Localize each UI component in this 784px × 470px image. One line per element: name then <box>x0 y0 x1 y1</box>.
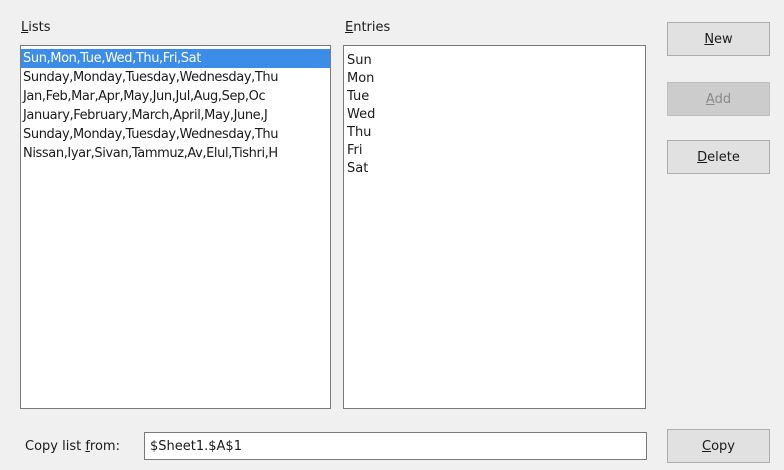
lists-item[interactable]: Nissan,Iyar,Sivan,Tammuz,Av,Elul,Tishri,… <box>21 144 330 163</box>
lists-container: Sun,Mon,Tue,Wed,Thu,Fri,Sat Sunday,Monday… <box>21 49 330 163</box>
copy-button[interactable]: Copy <box>667 429 770 463</box>
new-button[interactable]: New <box>667 22 770 56</box>
lists-item[interactable]: Sunday,Monday,Tuesday,Wednesday,Thu <box>21 68 330 87</box>
entry-line: Fri <box>347 143 363 158</box>
delete-button[interactable]: Delete <box>667 140 770 174</box>
add-button[interactable]: Add <box>667 82 770 116</box>
copy-list-from-input[interactable] <box>144 432 647 460</box>
entries-label: Entries <box>345 20 391 35</box>
copy-list-from-label: Copy list from: <box>25 439 120 454</box>
lists-listbox[interactable]: Sun,Mon,Tue,Wed,Thu,Fri,Sat Sunday,Monday… <box>20 45 331 409</box>
entries-textarea[interactable]: Sun Mon Tue Wed Thu Fri Sat <box>343 45 646 409</box>
lists-label: Lists <box>21 20 51 35</box>
lists-item[interactable]: Sun,Mon,Tue,Wed,Thu,Fri,Sat <box>21 49 330 68</box>
lists-item[interactable]: Sunday,Monday,Tuesday,Wednesday,Thu <box>21 125 330 144</box>
lists-item[interactable]: Jan,Feb,Mar,Apr,May,Jun,Jul,Aug,Sep,Oc <box>21 87 330 106</box>
entry-line: Wed <box>347 107 376 122</box>
entry-line: Mon <box>347 71 375 86</box>
sort-lists-dialog: Lists Sun,Mon,Tue,Wed,Thu,Fri,Sat Sunday,… <box>0 0 784 470</box>
lists-item[interactable]: January,February,March,April,May,June,J <box>21 106 330 125</box>
entry-line: Sun <box>347 53 372 68</box>
entry-line: Thu <box>347 125 372 140</box>
entries-container: Sun Mon Tue Wed Thu Fri Sat <box>344 52 645 178</box>
entry-line: Sat <box>347 161 369 176</box>
entry-line: Tue <box>347 89 370 104</box>
